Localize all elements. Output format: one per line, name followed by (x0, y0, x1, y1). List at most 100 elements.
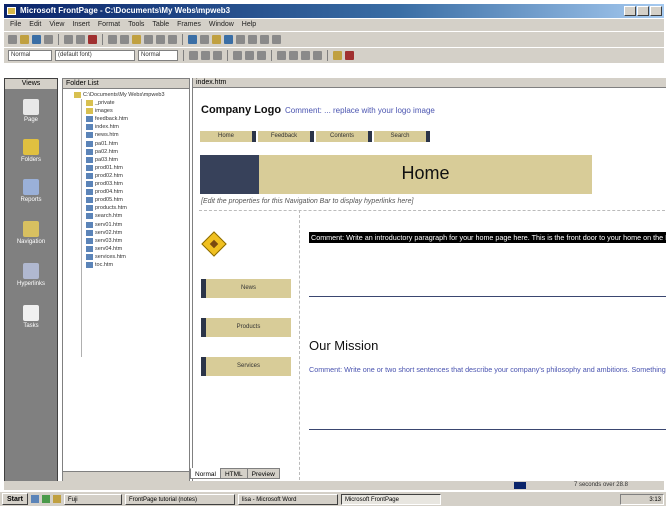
font-color-icon[interactable] (345, 51, 354, 60)
decrease-indent-icon[interactable] (301, 51, 310, 60)
menu-help[interactable]: Help (242, 19, 256, 31)
tree-file[interactable]: pa02.htm (69, 148, 189, 156)
italic-icon[interactable] (201, 51, 210, 60)
insert-component-icon[interactable] (188, 35, 197, 44)
tree-file[interactable]: pa01.htm (69, 140, 189, 148)
view-navigation[interactable]: Navigation (5, 221, 57, 245)
tree-file[interactable]: serv03.htm (69, 237, 189, 245)
open-folder-icon[interactable] (20, 35, 29, 44)
company-logo[interactable]: Company Logo (201, 104, 281, 116)
side-nav-services[interactable]: Services (201, 357, 291, 376)
format-painter-icon[interactable] (144, 35, 153, 44)
quick-launch-icon[interactable] (30, 495, 39, 503)
underline-icon[interactable] (213, 51, 222, 60)
view-reports[interactable]: Reports (5, 179, 57, 203)
tree-file[interactable]: news.htm (69, 131, 189, 139)
side-nav-products[interactable]: Products (201, 318, 291, 337)
tab-normal[interactable]: Normal (190, 468, 221, 479)
tree-folder[interactable]: images (69, 107, 189, 115)
taskbar-item[interactable]: lisa - Microsoft Word (237, 493, 338, 505)
align-left-icon[interactable] (233, 51, 242, 60)
menu-format[interactable]: Format (98, 19, 120, 31)
start-button[interactable]: Start (2, 493, 28, 505)
increase-indent-icon[interactable] (313, 51, 322, 60)
paste-icon[interactable] (132, 35, 141, 44)
save-icon[interactable] (32, 35, 41, 44)
bold-icon[interactable] (189, 51, 198, 60)
menu-insert[interactable]: Insert (72, 19, 90, 31)
redo-icon[interactable] (168, 35, 177, 44)
stop-icon[interactable] (248, 35, 257, 44)
print-icon[interactable] (64, 35, 73, 44)
tab-html[interactable]: HTML (219, 468, 248, 479)
intro-comment[interactable]: Comment: Write an introductory paragraph… (309, 232, 666, 243)
view-folders[interactable]: Folders (5, 139, 57, 163)
minimize-button[interactable] (624, 6, 636, 16)
tree-file[interactable]: serv04.htm (69, 245, 189, 253)
insert-table-icon[interactable] (200, 35, 209, 44)
highlight-icon[interactable] (333, 51, 342, 60)
page-banner[interactable]: Home (200, 155, 592, 194)
tree-file[interactable]: serv01.htm (69, 221, 189, 229)
navigation-bar-placeholder[interactable]: [Edit the properties for this Navigation… (201, 198, 413, 205)
copy-icon[interactable] (120, 35, 129, 44)
menu-edit[interactable]: Edit (29, 19, 41, 31)
side-nav-news[interactable]: News (201, 279, 291, 298)
tree-folder[interactable]: _private (69, 99, 189, 107)
nav-button-feedback[interactable]: Feedback (258, 131, 314, 142)
menu-frames[interactable]: Frames (177, 19, 201, 31)
view-hyperlinks[interactable]: Hyperlinks (5, 263, 57, 287)
nav-button-home[interactable]: Home (200, 131, 256, 142)
menu-file[interactable]: File (10, 19, 21, 31)
tree-root-folder[interactable]: C:\Documents\My Webs\mpweb3 (69, 91, 189, 99)
tree-file[interactable]: index.htm (69, 123, 189, 131)
maximize-button[interactable] (637, 6, 649, 16)
nav-button-search[interactable]: Search (374, 131, 430, 142)
tree-file[interactable]: search.htm (69, 212, 189, 220)
new-page-icon[interactable] (8, 35, 17, 44)
tree-file[interactable]: prod02.htm (69, 172, 189, 180)
hyperlink-icon[interactable] (224, 35, 233, 44)
help-icon[interactable] (272, 35, 281, 44)
tree-file[interactable]: toc.htm (69, 261, 189, 269)
refresh-icon[interactable] (236, 35, 245, 44)
insert-picture-icon[interactable] (212, 35, 221, 44)
tree-file[interactable]: prod04.htm (69, 188, 189, 196)
mission-comment[interactable]: Comment: Write one or two short sentence… (309, 364, 666, 375)
tab-preview[interactable]: Preview (246, 468, 280, 479)
quick-launch-icon[interactable] (41, 495, 50, 503)
align-center-icon[interactable] (245, 51, 254, 60)
menu-view[interactable]: View (49, 19, 64, 31)
nav-button-contents[interactable]: Contents (316, 131, 372, 142)
menu-window[interactable]: Window (209, 19, 234, 31)
bullets-icon[interactable] (289, 51, 298, 60)
view-page[interactable]: Page (5, 99, 57, 123)
quick-launch-icon[interactable] (52, 495, 61, 503)
numbering-icon[interactable] (277, 51, 286, 60)
view-tasks[interactable]: Tasks (5, 305, 57, 329)
menu-table[interactable]: Table (152, 19, 169, 31)
tree-file[interactable]: prod01.htm (69, 164, 189, 172)
preview-icon[interactable] (76, 35, 85, 44)
mission-heading[interactable]: Our Mission (309, 338, 378, 353)
taskbar-item-active[interactable]: Microsoft FrontPage (340, 493, 441, 505)
document-tab[interactable]: index.htm (193, 78, 666, 88)
taskbar-item[interactable]: FrontPage tutorial (notes) (124, 493, 235, 505)
publish-icon[interactable] (44, 35, 53, 44)
font-select[interactable]: (default font) (55, 50, 135, 61)
font-size-select[interactable]: Normal (138, 50, 178, 61)
logo-comment[interactable]: Comment: ... replace with your logo imag… (285, 106, 435, 115)
tree-file[interactable]: pa03.htm (69, 156, 189, 164)
undo-icon[interactable] (156, 35, 165, 44)
spelling-icon[interactable] (88, 35, 97, 44)
cut-icon[interactable] (108, 35, 117, 44)
tree-file[interactable]: prod05.htm (69, 196, 189, 204)
show-all-icon[interactable] (260, 35, 269, 44)
tree-file[interactable]: feedback.htm (69, 115, 189, 123)
tree-file[interactable]: prod03.htm (69, 180, 189, 188)
close-button[interactable] (650, 6, 662, 16)
tree-file[interactable]: products.htm (69, 204, 189, 212)
taskbar-item[interactable]: Fuji (63, 493, 122, 505)
style-select[interactable]: Normal (8, 50, 52, 61)
align-right-icon[interactable] (257, 51, 266, 60)
